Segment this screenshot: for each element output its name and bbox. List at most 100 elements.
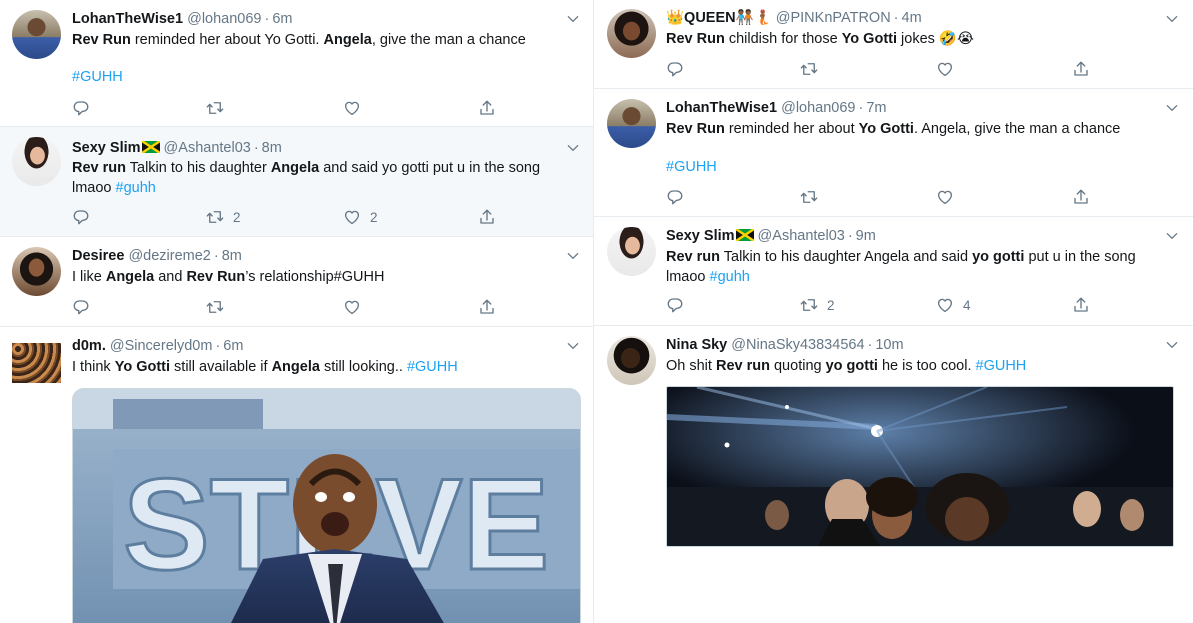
retweet-button[interactable] [206,297,224,317]
tweet-card[interactable]: d0m. @Sincerelyd0m · 6m I think Yo Gotti s… [0,327,594,623]
share-button[interactable] [478,207,496,227]
chevron-down-icon[interactable] [1165,12,1179,26]
reply-button[interactable] [666,295,684,315]
tweet-text: Rev Run childish for those Yo Gotti joke… [666,31,974,47]
timestamp[interactable]: 8m [262,140,282,156]
hashtag-link[interactable]: #GUHH [72,69,123,85]
tweet-card[interactable]: Sexy Slim @Ashantel03 · 8m Rev run Talkin … [0,127,594,237]
avatar[interactable] [12,137,61,186]
timestamp[interactable]: 6m [272,11,292,27]
user-handle[interactable]: @lohan069 [187,11,261,27]
chevron-down-icon[interactable] [566,249,580,263]
hashtag-link[interactable]: #guhh [116,180,156,196]
reply-button[interactable] [666,59,684,79]
tweet-header: Desiree @dezireme2 · 8m [72,248,242,264]
retweet-icon [800,60,818,78]
chevron-down-icon[interactable] [1165,101,1179,115]
tweet-card[interactable]: Desiree @dezireme2 · 8m I like Angela and … [0,237,594,327]
chevron-down-icon[interactable] [566,12,580,26]
like-button[interactable]: 2 [343,207,378,227]
retweet-button[interactable]: 2 [800,295,835,315]
reply-icon [666,296,684,314]
user-name[interactable]: Desiree [72,248,124,264]
avatar[interactable] [607,99,656,148]
user-handle[interactable]: @PINKnPATRON [776,10,891,26]
avatar[interactable] [12,343,61,383]
share-button[interactable] [478,98,496,118]
user-handle[interactable]: @NinaSky43834564 [731,337,864,353]
user-name[interactable]: LohanTheWise1 [666,100,777,116]
like-button[interactable] [343,297,361,317]
tweet-header: LohanTheWise1 @lohan069 · 7m [666,100,887,116]
user-handle[interactable]: @dezireme2 [128,248,210,264]
hashtag-link[interactable]: #GUHH [976,358,1027,374]
user-name[interactable]: LohanTheWise1 [72,11,183,27]
like-button[interactable] [936,59,954,79]
retweet-icon [206,99,224,117]
avatar[interactable] [607,9,656,58]
avatar[interactable] [12,10,61,59]
retweet-button[interactable] [800,59,818,79]
user-handle[interactable]: @Sincerelyd0m [110,338,213,354]
tweet-card[interactable]: 👑QUEEN🧑🏾‍🤝‍🧑🏾🧜🏾 @PINKnPATRON · 4m Rev Run … [594,0,1193,89]
retweet-count: 2 [827,297,835,313]
user-name[interactable]: d0m. [72,338,106,354]
like-icon [343,99,361,117]
avatar[interactable] [12,247,61,296]
timestamp[interactable]: 7m [866,100,886,116]
tweet-media-video[interactable] [666,386,1174,547]
like-button[interactable]: 4 [936,295,971,315]
reply-button[interactable] [666,187,684,207]
timestamp[interactable]: 9m [856,228,876,244]
user-handle[interactable]: @Ashantel03 [164,140,251,156]
user-handle[interactable]: @lohan069 [781,100,855,116]
retweet-button[interactable] [206,98,224,118]
tweet-header: Sexy Slim @Ashantel03 · 8m [72,140,282,156]
timestamp[interactable]: 4m [902,10,922,26]
like-icon [936,188,954,206]
tweet-header: 👑QUEEN🧑🏾‍🤝‍🧑🏾🧜🏾 @PINKnPATRON · 4m [666,10,922,26]
hashtag-link[interactable]: #GUHH [407,359,458,375]
share-icon [478,298,496,316]
share-button[interactable] [1072,59,1090,79]
reply-button[interactable] [72,297,90,317]
share-button[interactable] [1072,295,1090,315]
retweet-button[interactable] [800,187,818,207]
retweet-button[interactable]: 2 [206,207,241,227]
avatar[interactable] [607,336,656,385]
user-name[interactable]: Sexy Slim [666,228,754,244]
tweet-media-gif[interactable]: STEVE [72,388,581,623]
tweet-card[interactable]: LohanTheWise1 @lohan069 · 7m Rev Run remin… [594,89,1193,217]
user-name[interactable]: Nina Sky [666,337,727,353]
tweet-header: Nina Sky @NinaSky43834564 · 10m [666,337,904,353]
chevron-down-icon[interactable] [1165,338,1179,352]
chevron-down-icon[interactable] [566,339,580,353]
tweet-card[interactable]: Sexy Slim @Ashantel03 · 9m Rev run Talkin … [594,217,1193,326]
reply-icon [666,188,684,206]
share-icon [1072,188,1090,206]
share-button[interactable] [1072,187,1090,207]
chevron-down-icon[interactable] [566,141,580,155]
like-button[interactable] [936,187,954,207]
user-handle[interactable]: @Ashantel03 [758,228,845,244]
user-name[interactable]: Sexy Slim [72,140,160,156]
share-icon [1072,296,1090,314]
user-name[interactable]: 👑QUEEN🧑🏾‍🤝‍🧑🏾🧜🏾 [666,10,772,26]
hashtag-link[interactable]: #guhh [710,269,750,285]
timestamp[interactable]: 8m [222,248,242,264]
timeline-right: 👑QUEEN🧑🏾‍🤝‍🧑🏾🧜🏾 @PINKnPATRON · 4m Rev Run … [594,0,1193,623]
tweet-card[interactable]: LohanTheWise1 @lohan069 · 6m Rev Run remin… [0,0,594,127]
chevron-down-icon[interactable] [1165,229,1179,243]
avatar[interactable] [607,227,656,276]
reply-button[interactable] [72,98,90,118]
timestamp[interactable]: 6m [223,338,243,354]
tweet-header: Sexy Slim @Ashantel03 · 9m [666,228,876,244]
like-icon [936,296,954,314]
share-icon [1072,60,1090,78]
reply-button[interactable] [72,207,90,227]
hashtag-link[interactable]: #GUHH [666,159,717,175]
share-button[interactable] [478,297,496,317]
tweet-card[interactable]: Nina Sky @NinaSky43834564 · 10m Oh shit Re… [594,326,1193,623]
timestamp[interactable]: 10m [875,337,903,353]
like-button[interactable] [343,98,361,118]
